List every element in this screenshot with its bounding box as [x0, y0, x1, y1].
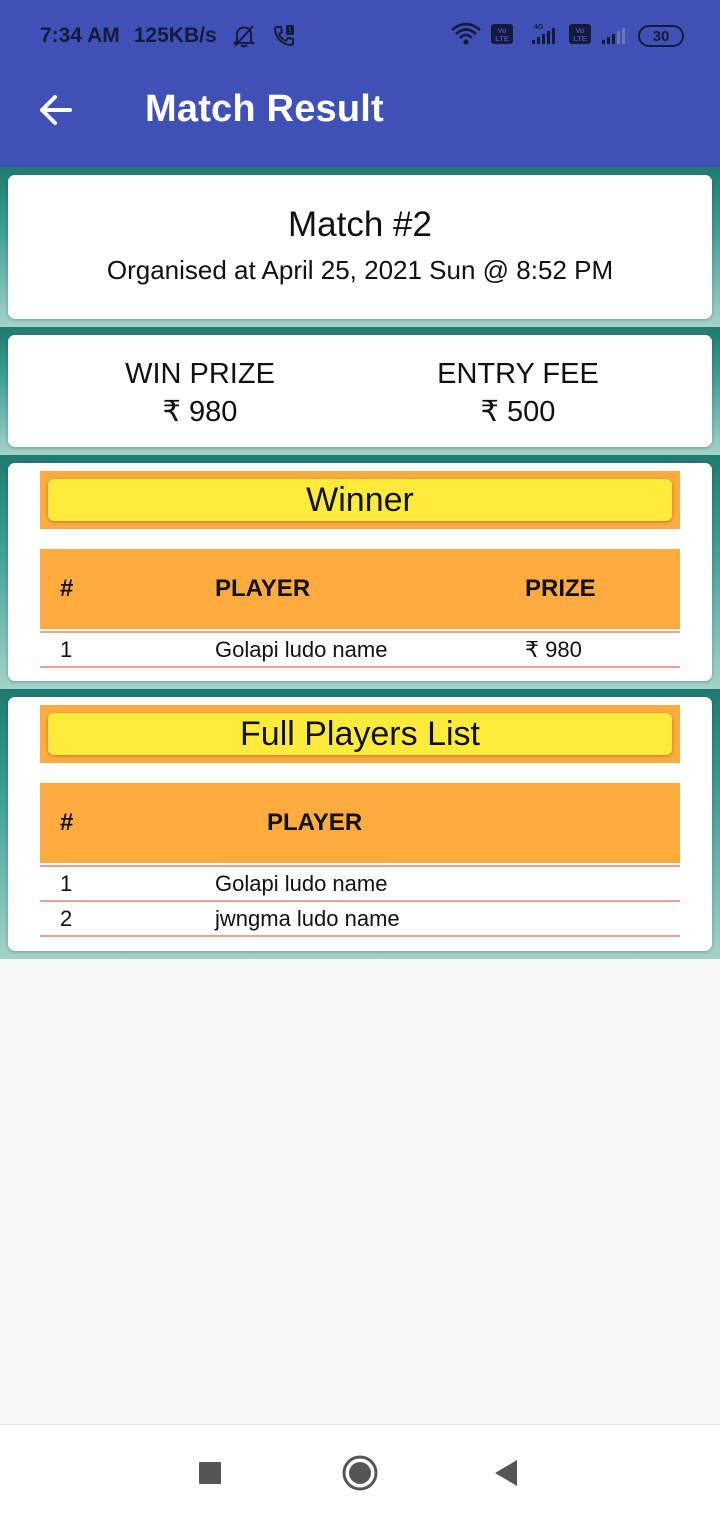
back-button[interactable]	[30, 86, 82, 138]
volte-icon-2: Vo LTE	[568, 22, 592, 51]
players-table: # PLAYER 1 Golapi ludo name 2 jwngma lud…	[40, 783, 680, 937]
prize-card: WIN PRIZE ₹ 980 ENTRY FEE ₹ 500	[8, 335, 712, 447]
svg-text:!: !	[288, 26, 291, 35]
match-section: Match #2 Organised at April 25, 2021 Sun…	[0, 167, 720, 327]
wifi-icon	[450, 21, 482, 52]
table-row: 1 Golapi ludo name ₹ 980	[40, 633, 680, 668]
signal-icon-2	[600, 21, 630, 52]
cell-prize: ₹ 980	[525, 636, 582, 662]
battery-icon: 30	[638, 25, 684, 47]
players-table-header: # PLAYER	[40, 783, 680, 863]
match-title: Match #2	[288, 205, 432, 244]
app-bar: 7:34 AM 125KB/s ! Vo LTE 4G Vo LTE 30 Ma…	[0, 0, 720, 167]
cell-rank: 1	[60, 870, 73, 896]
arrow-left-icon	[36, 90, 76, 135]
system-nav-bar	[0, 1424, 720, 1520]
cell-rank: 1	[60, 636, 73, 662]
column-player: PLAYER	[267, 809, 363, 836]
column-player: PLAYER	[215, 575, 311, 602]
match-card: Match #2 Organised at April 25, 2021 Sun…	[8, 175, 712, 319]
status-bar: 7:34 AM 125KB/s ! Vo LTE 4G Vo LTE 30	[0, 0, 720, 70]
players-heading: Full Players List	[48, 713, 672, 755]
entry-fee-block: ENTRY FEE ₹ 500	[388, 355, 648, 431]
players-section: Full Players List # PLAYER 1 Golapi ludo…	[0, 689, 720, 959]
svg-text:LTE: LTE	[495, 34, 509, 43]
win-prize-label: WIN PRIZE	[125, 358, 275, 390]
winner-section: Winner # PLAYER PRIZE 1 Golapi ludo name…	[0, 455, 720, 689]
system-back-button[interactable]	[484, 1453, 528, 1497]
match-organised-date: Organised at April 25, 2021 Sun @ 8:52 P…	[106, 255, 614, 285]
win-prize-value: ₹ 980	[162, 396, 238, 428]
cell-player: Golapi ludo name	[215, 870, 388, 896]
players-banner: Full Players List	[40, 705, 680, 763]
table-row: 2 jwngma ludo name	[40, 902, 680, 937]
volte-icon: Vo LTE	[490, 22, 514, 51]
winner-table-header: # PLAYER PRIZE	[40, 549, 680, 629]
recents-button[interactable]	[188, 1453, 232, 1497]
mute-bell-icon	[231, 23, 257, 49]
status-speed: 125KB/s	[133, 24, 217, 47]
cell-player: jwngma ludo name	[215, 905, 400, 931]
entry-fee-label: ENTRY FEE	[437, 358, 599, 390]
status-time: 7:34 AM	[40, 24, 120, 47]
winner-card: Winner # PLAYER PRIZE 1 Golapi ludo name…	[8, 463, 712, 681]
cell-rank: 2	[60, 905, 73, 931]
prize-section: WIN PRIZE ₹ 980 ENTRY FEE ₹ 500	[0, 327, 720, 455]
column-rank: #	[60, 809, 74, 836]
recents-square-icon	[198, 1461, 222, 1490]
svg-text:LTE: LTE	[573, 34, 587, 43]
page-title: Match Result	[145, 88, 384, 130]
column-rank: #	[60, 575, 74, 602]
cell-player: Golapi ludo name	[215, 636, 388, 662]
entry-fee-value: ₹ 500	[480, 396, 556, 428]
home-circle-icon	[341, 1454, 379, 1497]
players-card: Full Players List # PLAYER 1 Golapi ludo…	[8, 697, 712, 951]
wifi-call-icon: !	[271, 23, 297, 49]
back-triangle-icon	[493, 1459, 519, 1492]
winner-banner: Winner	[40, 471, 680, 529]
signal-icon: 4G	[522, 21, 560, 52]
winner-heading: Winner	[48, 479, 672, 521]
column-prize: PRIZE	[525, 575, 596, 602]
svg-text:4G: 4G	[534, 24, 544, 31]
table-row: 1 Golapi ludo name	[40, 867, 680, 902]
home-button[interactable]	[338, 1453, 382, 1497]
win-prize-block: WIN PRIZE ₹ 980	[70, 355, 330, 431]
winner-table: # PLAYER PRIZE 1 Golapi ludo name ₹ 980	[40, 549, 680, 668]
